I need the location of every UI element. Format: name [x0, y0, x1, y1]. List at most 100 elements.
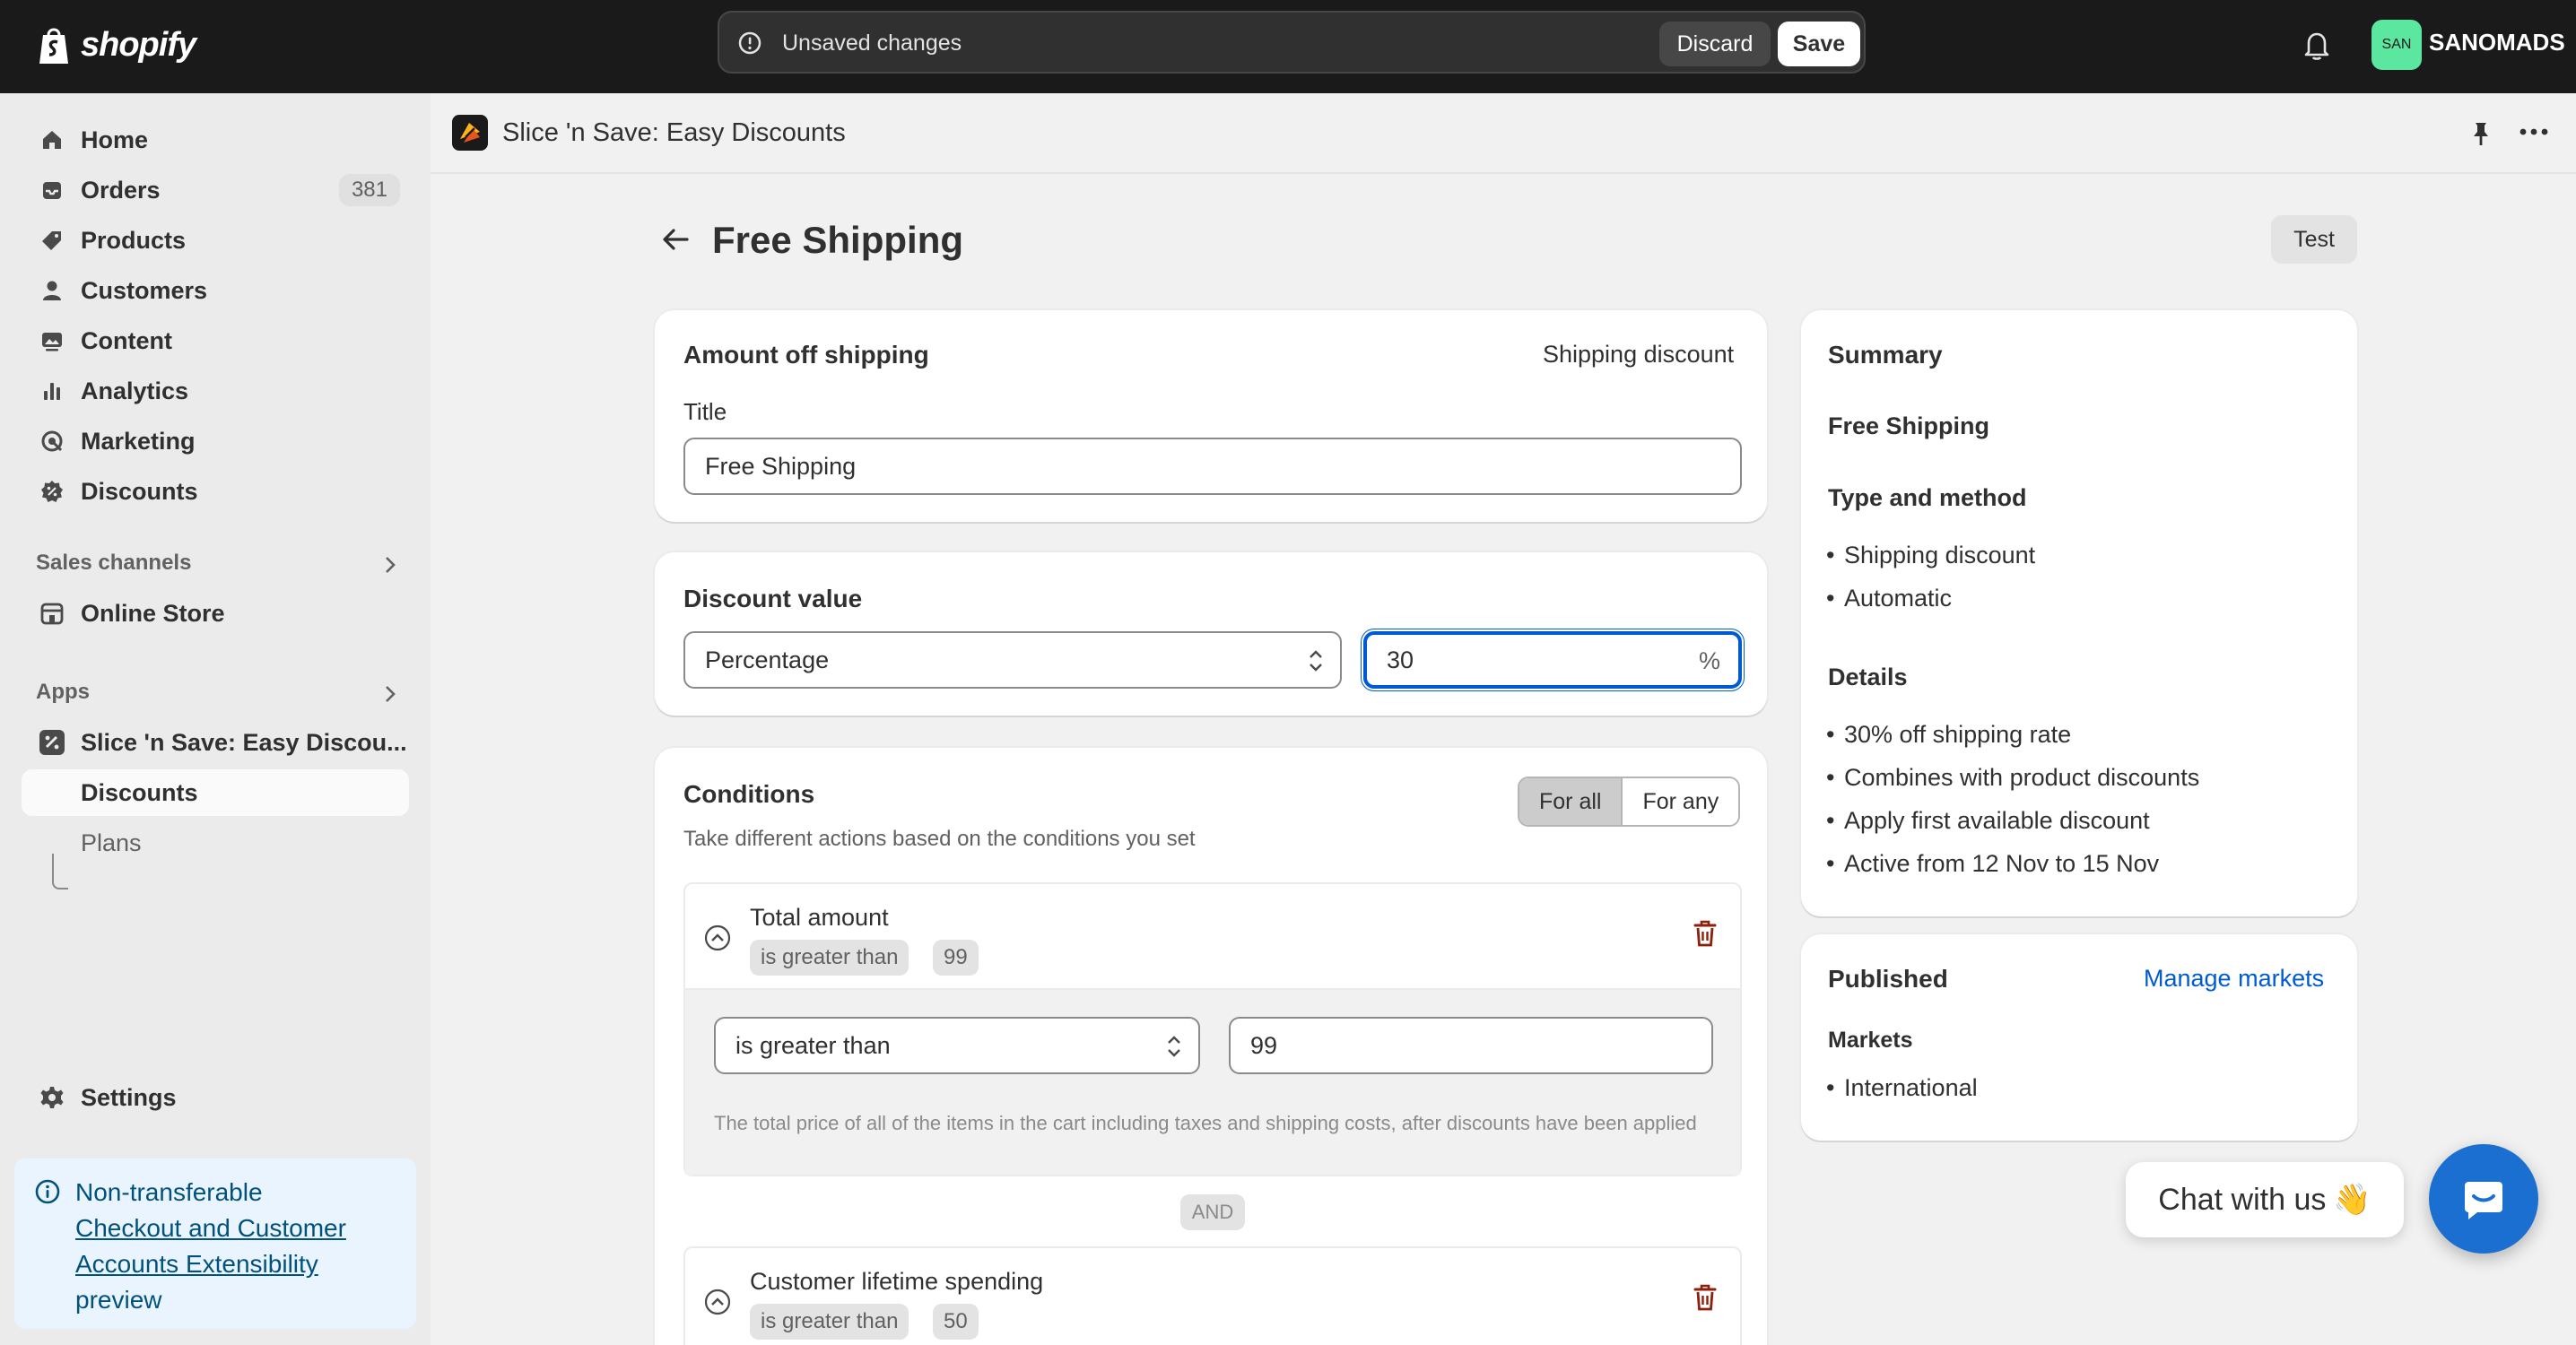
title-input-value: Free Shipping [705, 452, 857, 480]
summary-detail-item: Active from 12 Nov to 15 Nov [1826, 850, 2159, 878]
collapse-chevron-icon[interactable] [703, 1288, 732, 1316]
info-circle-icon [35, 1179, 60, 1204]
back-arrow-icon[interactable] [660, 224, 692, 255]
title-input[interactable]: Free Shipping [683, 438, 1742, 495]
notification-bell-icon[interactable] [2302, 29, 2332, 61]
condition-name: Customer lifetime spending [750, 1268, 1044, 1295]
operator-pill: is greater than [750, 1304, 909, 1340]
app-title: Slice 'n Save: Easy Discounts [502, 118, 846, 147]
sidebar-item-label: Marketing [81, 427, 196, 455]
summary-detail-item: 30% off shipping rate [1826, 721, 2071, 749]
trash-icon[interactable] [1692, 1282, 1719, 1313]
sidebar-item-label: Orders [81, 176, 161, 204]
sidebar-item-app-slice-n-save[interactable]: Slice 'n Save: Easy Discou... [22, 719, 409, 766]
discard-button[interactable]: Discard [1659, 22, 1771, 66]
chat-label: Chat with us [2158, 1182, 2327, 1217]
store-name[interactable]: SANOMADS [2429, 29, 2565, 56]
sidebar: Home Orders 381 Products Customers Conte… [0, 93, 431, 1345]
operator-pill: is greater than [750, 940, 909, 976]
more-horizontal-icon[interactable] [2519, 126, 2549, 138]
operator-select-value: is greater than [735, 1031, 891, 1059]
sidebar-item-discounts[interactable]: Discounts [22, 468, 409, 515]
logo-text: shopify [81, 25, 196, 64]
conditions-title: Conditions [683, 780, 815, 808]
for-any-button[interactable]: For any [1623, 778, 1739, 825]
sidebar-item-orders[interactable]: Orders 381 [22, 167, 409, 213]
discount-type-label: Shipping discount [1543, 341, 1735, 368]
alert-circle-icon [738, 31, 761, 55]
operator-select[interactable]: is greater than [714, 1017, 1200, 1074]
save-button[interactable]: Save [1778, 22, 1860, 66]
discount-value-title: Discount value [683, 585, 863, 612]
sidebar-item-online-store[interactable]: Online Store [22, 590, 409, 637]
shopify-bag-icon [39, 28, 68, 64]
image-icon [36, 325, 68, 357]
extensibility-info-banner: Non-transferable Checkout and Customer A… [14, 1158, 416, 1329]
markets-heading: Markets [1828, 1028, 1913, 1053]
home-icon [36, 124, 68, 156]
sidebar-item-customers[interactable]: Customers [22, 267, 409, 314]
summary-detail-item: Combines with product discounts [1826, 764, 2199, 792]
waving-hand-icon: 👋 [2333, 1183, 2371, 1217]
apps-heading: Apps [36, 680, 90, 704]
amount-card-title: Amount off shipping [683, 341, 929, 369]
bar-chart-icon [36, 375, 68, 407]
discount-amount-input[interactable]: 30 % [1363, 631, 1742, 689]
manage-markets-link[interactable]: Manage markets [2144, 965, 2324, 993]
sidebar-item-app-discounts[interactable]: Discounts [22, 769, 409, 816]
store-icon [36, 597, 68, 629]
sidebar-item-label: Home [81, 126, 149, 153]
top-bar: shopify Unsaved changes Discard Save SAN… [0, 0, 2576, 93]
match-mode-toggle: For all For any [1518, 777, 1741, 827]
sidebar-item-label: Discounts [81, 778, 198, 806]
and-separator: AND [1180, 1194, 1245, 1230]
summary-detail-item: Apply first available discount [1826, 807, 2150, 835]
summary-type-item: Shipping discount [1826, 542, 2035, 569]
for-all-button[interactable]: For all [1519, 778, 1623, 825]
chevron-right-icon[interactable] [380, 683, 400, 705]
avatar[interactable]: SAN [2371, 20, 2422, 70]
type-method-heading: Type and method [1828, 484, 2027, 511]
condition-value-input[interactable]: 99 [1229, 1017, 1713, 1074]
sidebar-item-label: Customers [81, 276, 208, 304]
select-chevron-icon [1168, 1036, 1180, 1057]
sidebar-item-analytics[interactable]: Analytics [22, 368, 409, 414]
app-logo-icon [452, 115, 488, 151]
discount-type-select[interactable]: Percentage [683, 631, 1342, 689]
app-icon [36, 726, 68, 759]
sidebar-item-marketing[interactable]: Marketing [22, 418, 409, 464]
chat-launcher-button[interactable] [2429, 1144, 2538, 1254]
orders-count-badge: 381 [338, 174, 400, 206]
collapse-chevron-icon[interactable] [703, 924, 732, 952]
unsaved-changes-text: Unsaved changes [782, 30, 962, 56]
select-chevron-icon [1310, 650, 1322, 672]
info-link[interactable]: Checkout and Customer Accounts Extensibi… [75, 1214, 346, 1278]
summary-title: Summary [1828, 341, 1943, 369]
condition-help-text: The total price of all of the items in t… [714, 1112, 1697, 1134]
discount-icon [36, 475, 68, 508]
inbox-icon [36, 174, 68, 206]
page-title: Free Shipping [712, 219, 964, 261]
sidebar-item-settings[interactable]: Settings [22, 1074, 409, 1121]
chat-with-us-bubble[interactable]: Chat with us 👋 [2126, 1162, 2404, 1237]
percent-suffix: % [1698, 647, 1720, 674]
discount-amount-value: 30 [1387, 646, 1414, 673]
sidebar-item-products[interactable]: Products [22, 217, 409, 264]
sales-channels-heading: Sales channels [36, 551, 192, 575]
sidebar-item-label: Slice 'n Save: Easy Discou... [81, 728, 407, 756]
conditions-subtitle: Take different actions based on the cond… [683, 827, 1196, 851]
info-text: Non-transferable [75, 1178, 263, 1206]
pin-icon[interactable] [2468, 120, 2493, 147]
shopify-logo[interactable]: shopify [36, 20, 196, 70]
title-field-label: Title [683, 398, 727, 425]
condition-editor: is greater than 99 The total price of al… [685, 988, 1740, 1175]
trash-icon[interactable] [1692, 918, 1719, 949]
test-button[interactable]: Test [2271, 215, 2357, 264]
sidebar-item-app-plans[interactable]: Plans [22, 820, 409, 866]
sidebar-item-content[interactable]: Content [22, 317, 409, 364]
target-icon [36, 425, 68, 457]
info-text-end: preview [75, 1286, 162, 1314]
condition-name: Total amount [750, 904, 889, 931]
chevron-right-icon[interactable] [380, 554, 400, 576]
sidebar-item-home[interactable]: Home [22, 117, 409, 163]
